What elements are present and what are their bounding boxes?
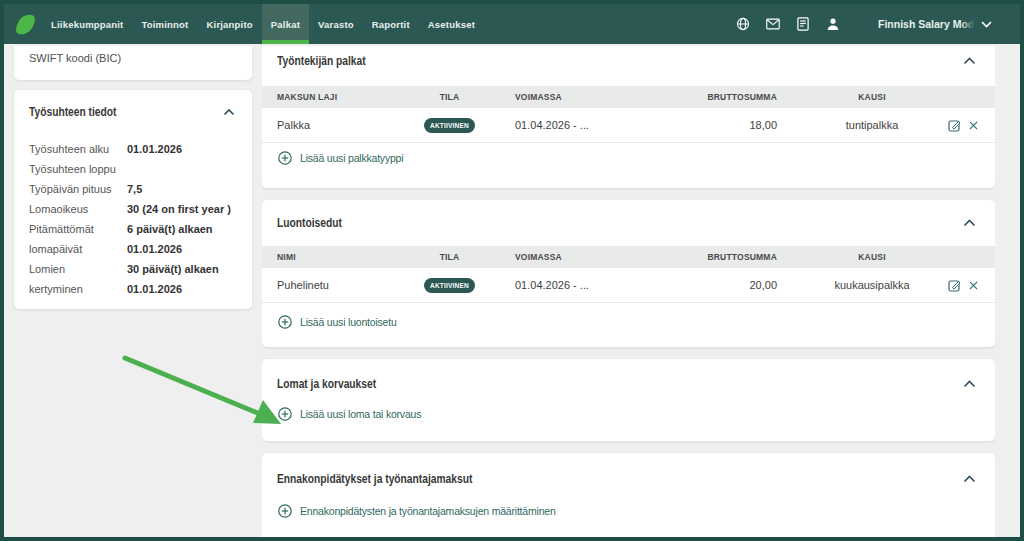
employment-card-title: Työsuhteen tiedot: [29, 105, 117, 119]
remove-benefit-button[interactable]: [969, 281, 978, 290]
document-icon[interactable]: [796, 17, 810, 31]
field-value: 6 päivä(t) alkaen 01.01.2026: [127, 219, 237, 259]
app-logo-leaf-icon[interactable]: [13, 10, 37, 37]
chevron-up-icon: [963, 380, 976, 388]
edit-salary-button[interactable]: [948, 119, 961, 132]
nav-item-kirjanpito[interactable]: Kirjanpito: [197, 4, 261, 44]
salary-valid: 01.04.2026 - ...: [492, 119, 692, 131]
globe-icon[interactable]: [736, 17, 750, 31]
withholding-card-title: Ennakonpidätykset ja työnantajamaksut: [277, 472, 472, 486]
field-label: Pitämättömät lomapäivät: [29, 219, 119, 259]
remove-salary-button[interactable]: [969, 121, 978, 130]
edit-benefit-button[interactable]: [948, 279, 961, 292]
close-icon: [969, 281, 978, 290]
plus-circle-icon: [278, 504, 292, 518]
field-label: Lomien kertyminen: [29, 259, 119, 299]
holidays-card-title: Lomat ja korvaukset: [277, 377, 376, 391]
navbar-right-icons: Finnish Salary Modu: [736, 4, 1020, 44]
nav-item-raportit[interactable]: Raportit: [363, 4, 419, 44]
chevron-up-icon: [963, 219, 976, 227]
salary-row-palkka: Palkka AKTIIVINEN 01.04.2026 - ... 18,00…: [262, 108, 995, 143]
nav-item-palkat[interactable]: Palkat: [262, 4, 309, 44]
status-badge: AKTIIVINEN: [424, 278, 475, 293]
employment-rows: Työsuhteen alku 01.01.2026 Työsuhteen lop…: [29, 139, 237, 299]
salaries-table-header: MAKSUN LAJI TILA VOIMASSA BRUTTOSUMMA KA…: [262, 86, 995, 108]
field-label: Työsuhteen loppu: [29, 159, 119, 179]
benefits-card-title: Luontoisedut: [277, 216, 342, 230]
holidays-card: Lomat ja korvaukset Lisää uusi loma tai …: [262, 359, 995, 441]
salary-name: Palkka: [277, 119, 407, 131]
benefit-valid: 01.04.2026 - ...: [492, 279, 692, 291]
nav-item-toiminnot[interactable]: Toiminnot: [132, 4, 197, 44]
benefits-card: Luontoisedut NIMI TILA VOIMASSA BRUTTOSU…: [262, 200, 995, 347]
app-window: Liikekumppanit Toiminnot Kirjanpito Palk…: [0, 0, 1024, 541]
swift-label: SWIFT koodi (BIC): [29, 52, 121, 64]
add-holiday-link[interactable]: Lisää uusi loma tai korvaus: [262, 407, 995, 421]
field-value: [127, 159, 237, 179]
chevron-up-icon: [963, 57, 976, 65]
benefit-period: kuukausipalkka: [777, 279, 967, 291]
employee-salaries-card: Työntekijän palkat MAKSUN LAJI TILA VOIM…: [262, 46, 995, 188]
status-badge: AKTIIVINEN: [424, 118, 475, 133]
add-benefit-link[interactable]: Lisää uusi luontoisetu: [262, 315, 995, 329]
close-icon: [969, 121, 978, 130]
nav-item-varasto[interactable]: Varasto: [309, 4, 363, 44]
chevron-up-icon: [223, 108, 235, 116]
user-icon[interactable]: [826, 17, 840, 31]
collapse-salaries-button[interactable]: [961, 55, 978, 67]
main-content: Työntekijän palkat MAKSUN LAJI TILA VOIM…: [262, 46, 995, 537]
field-label: Työsuhteen alku: [29, 139, 119, 159]
benefit-name: Puhelinetu: [277, 279, 407, 291]
left-sidebar: SWIFT koodi (BIC) Työsuhteen tiedot Työs…: [4, 46, 252, 537]
add-salary-type-link[interactable]: Lisää uusi palkkatyyppi: [262, 151, 995, 165]
configure-withholding-link[interactable]: Ennakonpidätysten ja työnantajamaksujen …: [262, 504, 995, 518]
nav-item-asetukset[interactable]: Asetukset: [419, 4, 484, 44]
salary-gross: 18,00: [692, 119, 777, 131]
benefit-gross: 20,00: [692, 279, 777, 291]
field-value: 01.01.2026: [127, 139, 237, 159]
salary-period: tuntipalkka: [777, 119, 967, 131]
mail-icon[interactable]: [766, 17, 780, 31]
field-label: Työpäivän pituus: [29, 179, 119, 199]
field-value: 30 päivä(t) alkaen 01.01.2026: [127, 259, 237, 299]
plus-circle-icon: [278, 151, 292, 165]
field-value: 7,5: [127, 179, 237, 199]
field-label: Lomaoikeus: [29, 199, 119, 219]
main-menu: Liikekumppanit Toiminnot Kirjanpito Palk…: [42, 4, 484, 44]
collapse-employment-button[interactable]: [221, 106, 237, 118]
plus-circle-icon: [278, 407, 292, 421]
plus-circle-icon: [278, 315, 292, 329]
edit-icon: [948, 119, 961, 132]
swift-field-card: SWIFT koodi (BIC): [14, 46, 252, 80]
field-value: 30 (24 on first year ): [127, 199, 237, 219]
user-menu-label: Finnish Salary Modu: [878, 18, 975, 30]
chevron-down-icon: [981, 21, 992, 28]
collapse-withholding-button[interactable]: [961, 473, 978, 485]
edit-icon: [948, 279, 961, 292]
employment-info-card: Työsuhteen tiedot Työsuhteen alku 01.01.2…: [14, 90, 252, 309]
benefits-table-header: NIMI TILA VOIMASSA BRUTTOSUMMA KAUSI: [262, 246, 995, 268]
top-navbar: Liikekumppanit Toiminnot Kirjanpito Palk…: [4, 4, 1020, 44]
collapse-benefits-button[interactable]: [961, 217, 978, 229]
user-menu[interactable]: Finnish Salary Modu: [878, 18, 992, 30]
chevron-up-icon: [963, 475, 976, 483]
salaries-card-title: Työntekijän palkat: [277, 54, 366, 68]
collapse-holidays-button[interactable]: [961, 378, 978, 390]
withholding-card: Ennakonpidätykset ja työnantajamaksut En…: [262, 453, 995, 537]
benefit-row-puhelinetu: Puhelinetu AKTIIVINEN 01.04.2026 - ... 2…: [262, 268, 995, 303]
nav-item-liikekumppanit[interactable]: Liikekumppanit: [42, 4, 132, 44]
